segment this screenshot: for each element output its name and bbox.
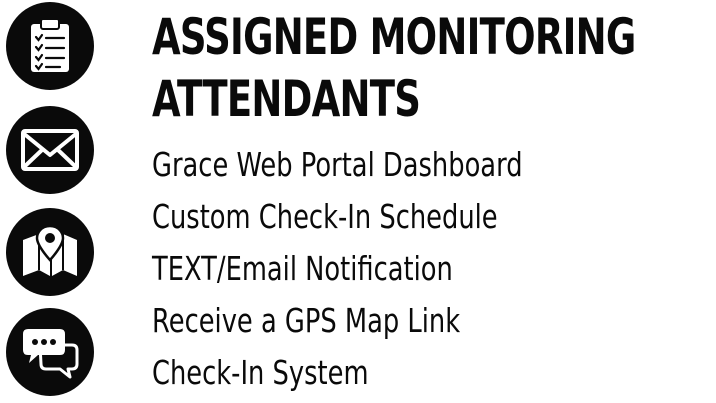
feature-item: TEXT/Email Notification [152, 249, 453, 288]
map-pin-icon [6, 208, 94, 296]
feature-item: Custom Check-In Schedule [152, 197, 498, 236]
icon-column [0, 0, 140, 403]
feature-item: Check-In System [152, 353, 369, 392]
envelope-icon [6, 106, 94, 194]
heading-line-2: ATTENDANTS [152, 70, 421, 128]
clipboard-checklist-icon [6, 2, 94, 90]
chat-bubbles-icon [6, 308, 94, 396]
heading-line-1: ASSIGNED MONITORING [152, 8, 636, 66]
feature-item: Receive a GPS Map Link [152, 301, 461, 340]
feature-item: Grace Web Portal Dashboard [152, 145, 523, 184]
